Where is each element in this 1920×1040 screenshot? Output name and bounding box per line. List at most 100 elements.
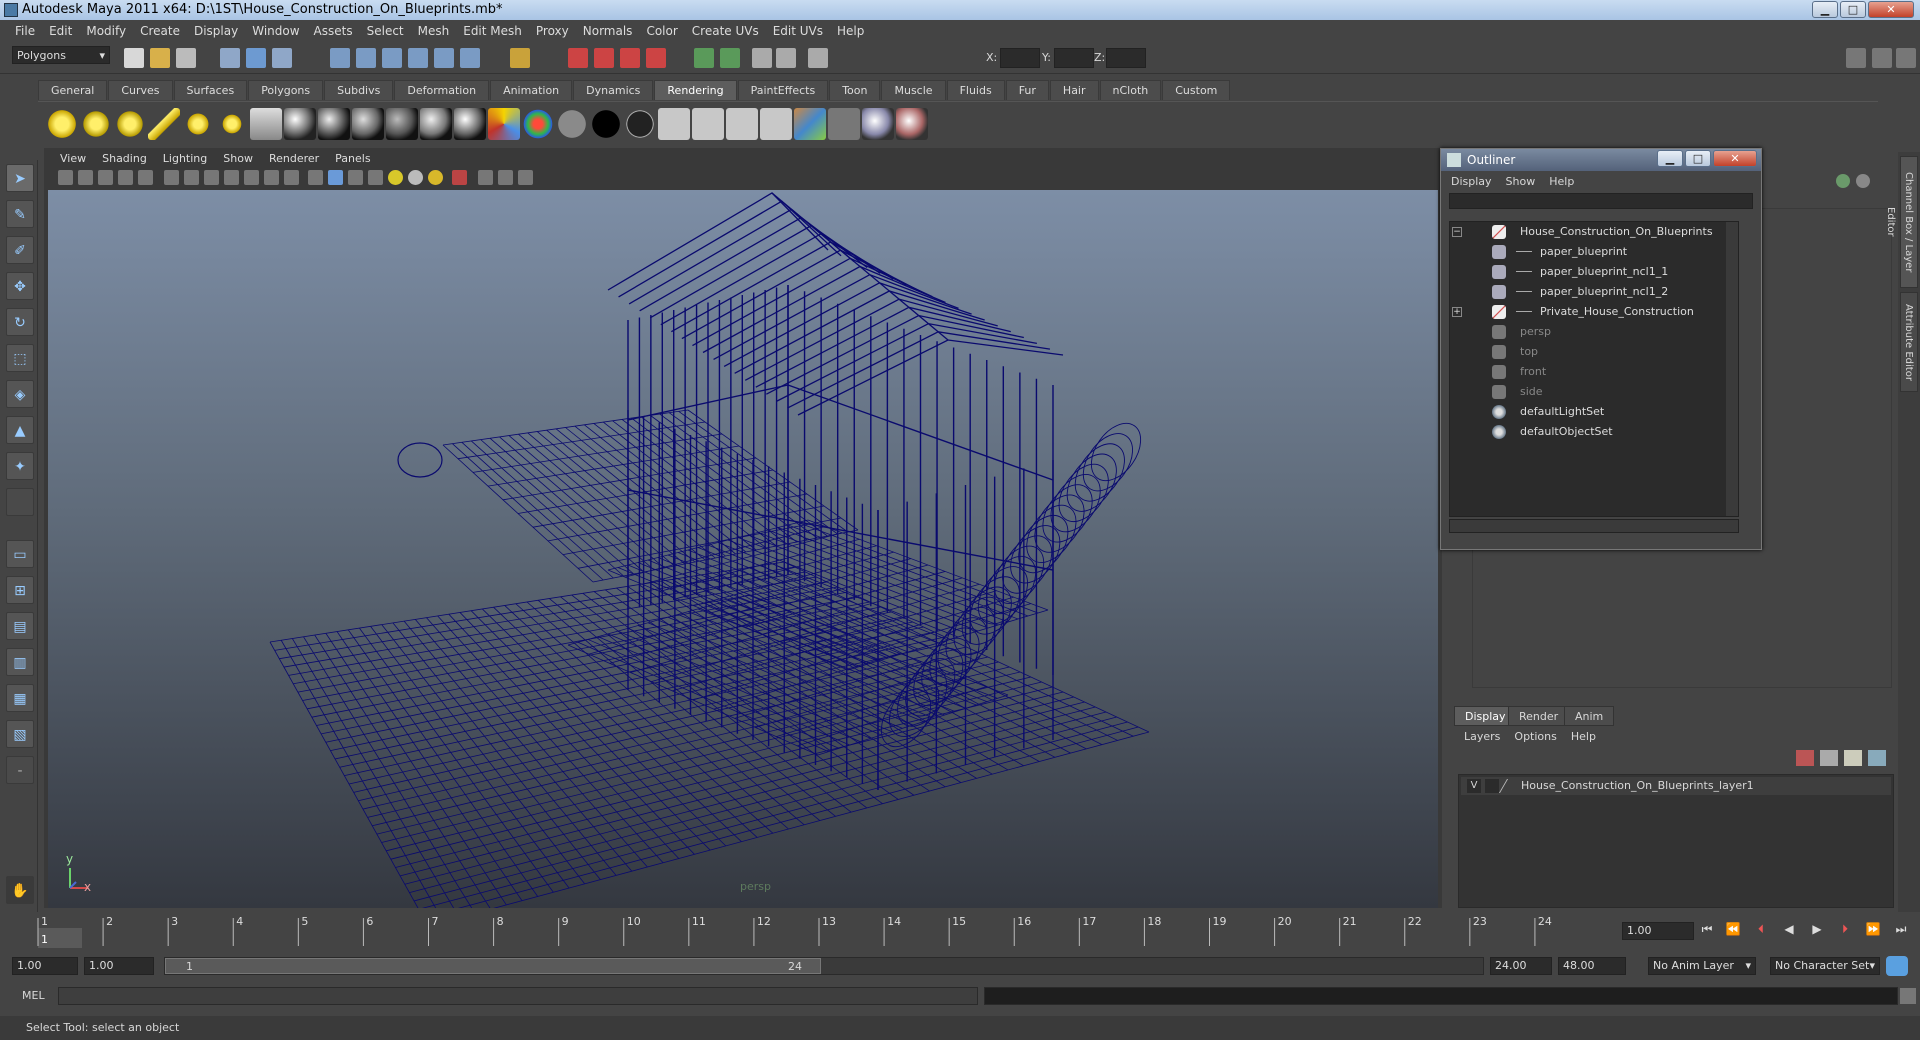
select-object-icon[interactable] (246, 48, 266, 68)
tool-settings-toggle-icon[interactable] (1896, 48, 1916, 68)
close-button[interactable]: ✕ (1868, 1, 1914, 18)
shadow-shader-icon[interactable] (624, 108, 656, 140)
animation-end-field[interactable]: 48.00 (1558, 957, 1626, 975)
new-layer-icon[interactable] (1820, 750, 1838, 766)
shelf-tab-painteffects[interactable]: PaintEffects (737, 80, 829, 100)
shelf-tab-hair[interactable]: Hair (1049, 80, 1099, 100)
time-slider[interactable]: 1 2 3 4 5 6 7 8 9 10 11 12 13 14 15 16 17 18 19 20 21 22 23 24 1 (12, 912, 1620, 948)
ipr-render-icon[interactable] (620, 48, 640, 68)
shelf-tab-animation[interactable]: Animation (490, 80, 573, 100)
snap-plane-icon[interactable] (408, 48, 428, 68)
z-field[interactable] (1106, 48, 1146, 68)
paint-brush-icon[interactable] (896, 108, 928, 140)
go-to-start-icon[interactable]: ⏮ (1698, 920, 1716, 938)
playback-start-field[interactable]: 1.00 (84, 957, 154, 975)
shelf-tab-surfaces[interactable]: Surfaces (173, 80, 248, 100)
menu-create[interactable]: Create (133, 24, 187, 38)
menu-mesh[interactable]: Mesh (411, 24, 457, 38)
relative-transform-icon[interactable] (808, 48, 828, 68)
paint-effects-sphere-icon[interactable] (862, 108, 894, 140)
layer-menu-options[interactable]: Options (1514, 728, 1556, 746)
snap-point-icon[interactable] (382, 48, 402, 68)
isolate-select-icon[interactable] (452, 170, 467, 185)
shelf-tab-custom[interactable]: Custom (1162, 80, 1231, 100)
shelf-tab-deformation[interactable]: Deformation (394, 80, 490, 100)
go-to-end-icon[interactable]: ⏭ (1892, 920, 1910, 938)
step-back-key-icon[interactable]: ⏪ (1724, 920, 1742, 938)
shelf-tab-rendering[interactable]: Rendering (654, 80, 737, 100)
shelf-tab-subdivs[interactable]: Subdivs (324, 80, 394, 100)
select-hierarchy-icon[interactable] (220, 48, 240, 68)
side-tab-channel-box[interactable]: Channel Box / Layer Editor (1885, 156, 1918, 288)
resolution-gate-icon[interactable] (204, 170, 219, 185)
play-backward-icon[interactable]: ◀ (1780, 920, 1798, 938)
x-field[interactable] (1000, 48, 1040, 68)
last-tool-icon[interactable] (6, 488, 34, 516)
outliner-item-default-object-set[interactable]: defaultObjectSet (1450, 422, 1740, 442)
camera-attributes-icon[interactable] (78, 170, 93, 185)
ipr-icon[interactable] (692, 108, 724, 140)
layer-add-selected-icon[interactable] (1868, 750, 1886, 766)
layer-menu-help[interactable]: Help (1571, 728, 1596, 746)
batch-render-icon[interactable] (726, 108, 758, 140)
channel-box-toggle-icon[interactable] (1872, 48, 1892, 68)
select-camera-icon[interactable] (58, 170, 73, 185)
animation-start-field[interactable]: 1.00 (12, 957, 78, 975)
render-view-shelf-icon[interactable] (828, 108, 860, 140)
layer-row[interactable]: V House_Construction_On_Blueprints_layer… (1461, 777, 1891, 795)
default-light-icon[interactable] (408, 170, 423, 185)
menu-assets[interactable]: Assets (307, 24, 360, 38)
save-scene-icon[interactable] (176, 48, 196, 68)
render-view-icon[interactable] (568, 48, 588, 68)
field-chart-icon[interactable] (244, 170, 259, 185)
ambient-light-icon[interactable] (46, 108, 78, 140)
step-forward-key-icon[interactable]: ⏩ (1864, 920, 1882, 938)
show-manip-icon[interactable]: ✦ (6, 452, 34, 480)
hud-icon[interactable] (518, 170, 533, 185)
menu-color[interactable]: Color (639, 24, 684, 38)
outliner-item-default-light-set[interactable]: defaultLightSet (1450, 402, 1740, 422)
select-component-icon[interactable] (272, 48, 292, 68)
area-light-icon[interactable] (182, 108, 214, 140)
current-time-field[interactable]: 1.00 (1622, 922, 1694, 940)
shelf-tab-polygons[interactable]: Polygons (248, 80, 324, 100)
outliner-titlebar[interactable]: Outliner ▁ □ ✕ (1441, 149, 1761, 171)
viewport-menu-view[interactable]: View (52, 152, 94, 165)
layer-visibility-toggle[interactable]: V (1467, 779, 1481, 793)
layer-tab-render[interactable]: Render (1508, 706, 1570, 726)
collapse-icon[interactable]: − (1452, 227, 1462, 237)
layer-tab-anim[interactable]: Anim (1564, 706, 1615, 726)
use-background-icon[interactable] (590, 108, 622, 140)
tool-settings-icon[interactable] (776, 48, 796, 68)
snap-curve-icon[interactable] (356, 48, 376, 68)
shelf-tab-dynamics[interactable]: Dynamics (573, 80, 654, 100)
soft-mod-icon[interactable]: ▲ (6, 416, 34, 444)
outliner-horizontal-scrollbar[interactable] (1449, 519, 1739, 533)
expand-icon[interactable]: + (1452, 307, 1462, 317)
use-all-lights-icon[interactable] (388, 170, 403, 185)
outliner-item-paper-blueprint[interactable]: paper_blueprint (1450, 242, 1740, 262)
hand-paint-icon[interactable]: ✋ (6, 876, 34, 904)
surface-shader-icon[interactable] (556, 108, 588, 140)
layer-color-swatch[interactable] (1498, 779, 1520, 793)
phong-material-icon[interactable] (352, 108, 384, 140)
attribute-toggle-icon[interactable] (720, 48, 740, 68)
scale-tool-icon[interactable]: ⬚ (6, 344, 34, 372)
ramp-shader-icon[interactable] (488, 108, 520, 140)
menu-edit[interactable]: Edit (42, 24, 79, 38)
wireframe-icon[interactable] (308, 170, 323, 185)
two-d-pan-icon[interactable] (138, 170, 153, 185)
new-layer-empty-icon[interactable] (1844, 750, 1862, 766)
layer-name[interactable]: House_Construction_On_Blueprints_layer1 (1521, 777, 1754, 795)
snap-surface-icon[interactable] (434, 48, 454, 68)
rotate-tool-icon[interactable]: ↻ (6, 308, 34, 336)
viewport-menu-panels[interactable]: Panels (327, 152, 378, 165)
y-field[interactable] (1054, 48, 1094, 68)
image-plane-icon[interactable] (118, 170, 133, 185)
layer-type-toggle[interactable] (1485, 779, 1499, 793)
lambert-material-icon[interactable] (318, 108, 350, 140)
directional-light-icon[interactable] (80, 108, 112, 140)
outliner-item-persp[interactable]: persp (1450, 322, 1740, 342)
menu-display[interactable]: Display (187, 24, 245, 38)
render-settings-shelf-icon[interactable] (760, 108, 792, 140)
